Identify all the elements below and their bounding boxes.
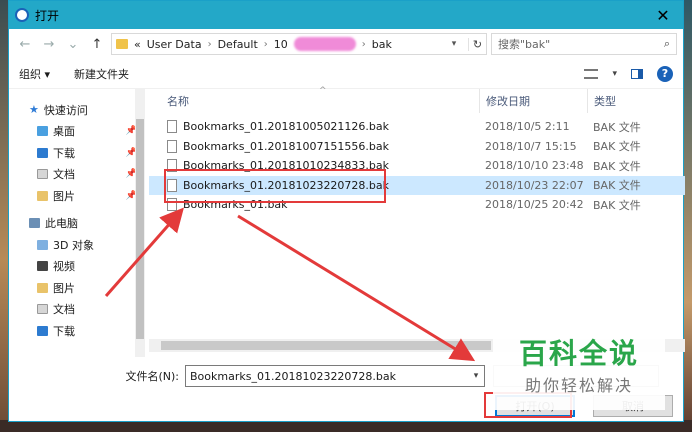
sidebar-item-pictures-pc[interactable]: 图片	[9, 277, 149, 299]
help-icon[interactable]: ?	[657, 65, 673, 82]
horizontal-scrollbar-thumb[interactable]	[161, 341, 491, 350]
new-folder-button[interactable]: 新建文件夹	[74, 66, 129, 82]
browser-app-icon	[15, 8, 29, 22]
watermark-logo: 百科全说 助你轻松解决	[493, 334, 665, 410]
document-icon	[37, 304, 48, 315]
sidebar-item-videos[interactable]: 视频	[9, 256, 149, 278]
back-arrow-icon[interactable]: ←	[15, 33, 35, 55]
file-icon	[167, 198, 177, 212]
sidebar-item-downloads-pc[interactable]: 下载	[9, 320, 149, 342]
breadcrumb-separator-icon[interactable]: ›	[362, 39, 366, 50]
file-row[interactable]: Bookmarks_01.bak 2018/10/25 20:42 BAK 文件	[149, 195, 685, 215]
navigation-pane: ★ 快速访问 桌面 📌 下载 📌 文档 📌 图片 📌 此电脑 3D 对象 视频 …	[9, 89, 149, 357]
view-options-icon[interactable]	[584, 68, 599, 79]
breadcrumb-bak[interactable]: bak	[372, 38, 392, 51]
video-icon	[37, 261, 48, 272]
recent-locations-icon[interactable]: ⌄	[63, 33, 83, 55]
desktop-icon	[37, 126, 48, 137]
sidebar-item-quick-access[interactable]: ★ 快速访问	[9, 99, 149, 121]
file-row-selected[interactable]: Bookmarks_01.20181023220728.bak 2018/10/…	[149, 175, 685, 195]
address-dropdown-icon[interactable]: ▾	[446, 39, 462, 49]
file-icon	[167, 178, 177, 192]
picture-icon	[37, 190, 48, 201]
organize-button[interactable]: 组织 ▾	[19, 66, 50, 82]
sidebar-item-pictures[interactable]: 图片 📌	[9, 185, 149, 207]
forward-arrow-icon[interactable]: →	[39, 33, 59, 55]
sidebar-scrollbar-thumb[interactable]	[136, 119, 144, 339]
search-input[interactable]: 搜索"bak" ⌕	[491, 33, 677, 55]
filename-value: Bookmarks_01.20181023220728.bak	[190, 369, 397, 383]
sidebar-item-documents-pc[interactable]: 文档	[9, 299, 149, 321]
search-icon[interactable]: ⌕	[664, 37, 670, 51]
star-icon: ★	[29, 103, 39, 117]
sidebar-item-3d-objects[interactable]: 3D 对象	[9, 234, 149, 256]
breadcrumb-default[interactable]: Default	[218, 38, 258, 51]
breadcrumb-separator-icon[interactable]: ›	[264, 39, 268, 50]
breadcrumb-profile[interactable]: 10	[274, 38, 288, 51]
sidebar-item-this-pc[interactable]: 此电脑	[9, 213, 149, 235]
column-header-name[interactable]: 名称	[149, 93, 479, 109]
breadcrumb-user-data[interactable]: User Data	[147, 38, 202, 51]
folder-icon	[116, 39, 128, 49]
filename-dropdown-icon[interactable]: ▾	[468, 371, 484, 381]
sidebar-item-desktop[interactable]: 桌面 📌	[9, 121, 149, 143]
file-icon	[167, 139, 177, 153]
command-toolbar: 组织 ▾ 新建文件夹 ▾ ?	[9, 59, 683, 89]
main-area: ★ 快速访问 桌面 📌 下载 📌 文档 📌 图片 📌 此电脑 3D 对象 视频 …	[9, 86, 685, 357]
file-list: ^ 名称 修改日期 类型 Bookmarks_01.20181005021126…	[149, 86, 685, 357]
search-placeholder: 搜索"bak"	[498, 38, 551, 51]
address-bar[interactable]: « User Data › Default › 10 › bak ▾ ↻	[111, 33, 487, 55]
file-icon	[167, 120, 177, 134]
preview-pane-icon[interactable]	[631, 68, 643, 79]
filename-label: 文件名(N):	[125, 370, 179, 383]
file-icon	[167, 159, 177, 173]
sidebar-item-documents[interactable]: 文档 📌	[9, 164, 149, 186]
close-icon[interactable]: ✕	[643, 1, 683, 29]
dialog-title: 打开	[35, 8, 60, 23]
title-bar: 打开 ✕	[9, 1, 683, 29]
column-header-date[interactable]: 修改日期	[479, 89, 587, 113]
column-header-row: ^ 名称 修改日期 类型	[149, 86, 685, 113]
document-icon	[37, 169, 48, 180]
3d-object-icon	[37, 239, 48, 250]
sort-ascending-icon: ^	[319, 86, 327, 96]
filename-input[interactable]: Bookmarks_01.20181023220728.bak ▾	[185, 365, 485, 387]
up-arrow-icon[interactable]: ↑	[87, 33, 107, 55]
refresh-icon[interactable]: ↻	[468, 37, 486, 51]
view-dropdown-icon[interactable]: ▾	[612, 69, 617, 79]
watermark-title: 百科全说	[518, 337, 639, 370]
address-row: ← → ⌄ ↑ « User Data › Default › 10 › bak…	[9, 29, 683, 59]
download-icon	[37, 325, 48, 336]
column-header-type[interactable]: 类型	[587, 89, 667, 113]
file-row[interactable]: Bookmarks_01.20181007151556.bak 2018/10/…	[149, 137, 685, 157]
download-icon	[37, 147, 48, 158]
sidebar-item-downloads[interactable]: 下载 📌	[9, 142, 149, 164]
file-row[interactable]: Bookmarks_01.20181010234833.bak 2018/10/…	[149, 156, 685, 176]
sidebar-scrollbar[interactable]	[135, 89, 145, 357]
breadcrumb-separator-icon[interactable]: ›	[208, 39, 212, 50]
redacted-path-segment	[293, 37, 356, 51]
watermark-subtitle: 助你轻松解决	[524, 376, 633, 395]
breadcrumb-overflow[interactable]: «	[134, 38, 141, 51]
picture-icon	[37, 282, 48, 293]
pc-icon	[29, 218, 40, 229]
file-row[interactable]: Bookmarks_01.20181005021126.bak 2018/10/…	[149, 117, 685, 137]
